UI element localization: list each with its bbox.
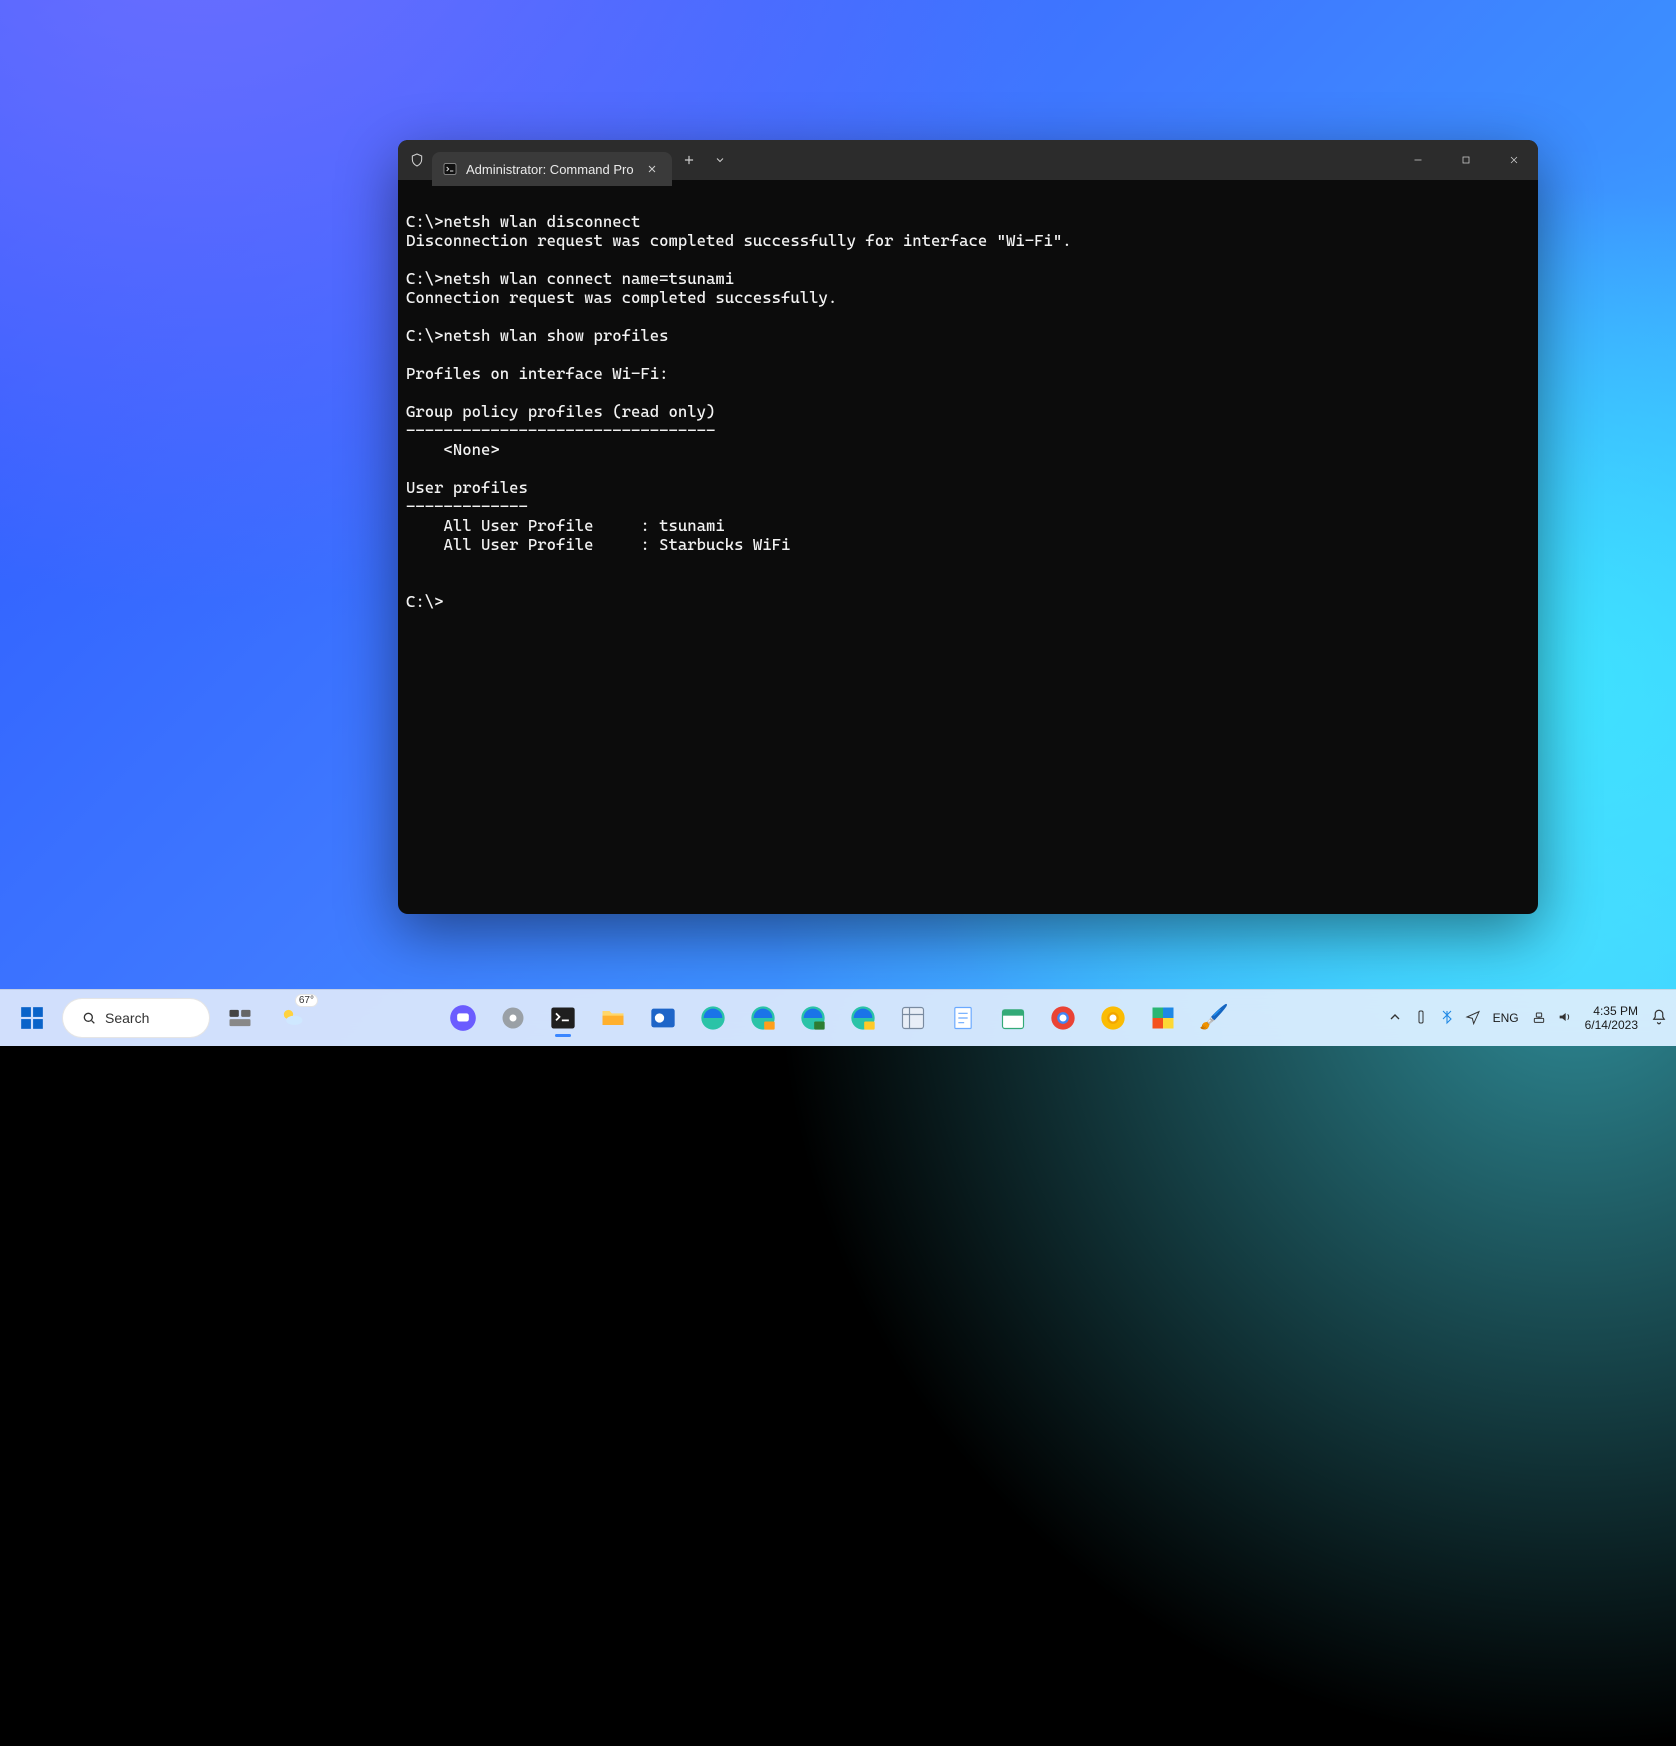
terminal-window: Administrator: Command Pro C:\>netsh wla… (398, 140, 1538, 914)
maximize-button[interactable] (1442, 140, 1490, 180)
taskbar-task-view[interactable] (218, 996, 262, 1040)
taskbar-app-explorer[interactable] (591, 996, 635, 1040)
tray-network[interactable] (1531, 1009, 1547, 1028)
weather-icon (278, 1004, 306, 1032)
plus-icon (682, 153, 696, 167)
tab-dropdown-button[interactable] (706, 140, 734, 180)
taskbar-weather[interactable]: 67° (270, 996, 314, 1040)
close-icon (1508, 154, 1520, 166)
chevron-up-icon (1387, 1009, 1403, 1025)
taskbar-app-paint[interactable]: 🖌️ (1191, 996, 1235, 1040)
snip-icon (899, 1004, 927, 1032)
task-view-icon (226, 1004, 254, 1032)
close-icon (646, 163, 658, 175)
tray-bluetooth[interactable] (1439, 1009, 1455, 1028)
usb-icon (1413, 1009, 1429, 1025)
close-window-button[interactable] (1490, 140, 1538, 180)
network-icon (1531, 1009, 1547, 1025)
chevron-down-icon (714, 154, 726, 166)
edge-dev-icon (799, 1004, 827, 1032)
edge-beta-icon (749, 1004, 777, 1032)
taskbar-app-edge[interactable] (691, 996, 735, 1040)
tray-volume[interactable] (1557, 1009, 1573, 1028)
taskbar-app-terminal[interactable] (541, 996, 585, 1040)
paint-icon: 🖌️ (1199, 1004, 1227, 1032)
cmd-icon (442, 161, 458, 177)
new-tab-button[interactable] (672, 140, 706, 180)
taskbar: Search 67° 🖌️ (0, 989, 1676, 1046)
windows-logo-icon (19, 1005, 45, 1031)
gear-icon (499, 1004, 527, 1032)
taskbar-app-edge-beta[interactable] (741, 996, 785, 1040)
tray-notifications[interactable] (1650, 1008, 1668, 1029)
tray-onedrive[interactable] (1413, 1009, 1429, 1028)
minimize-icon (1412, 154, 1424, 166)
taskbar-app-edge-dev[interactable] (791, 996, 835, 1040)
clock-time: 4:35 PM (1585, 1004, 1638, 1018)
taskbar-search[interactable]: Search (62, 998, 210, 1038)
tray-chevron[interactable] (1387, 1009, 1403, 1028)
taskbar-app-chrome-canary[interactable] (1091, 996, 1135, 1040)
edge-canary-icon (849, 1004, 877, 1032)
clock-date: 6/14/2023 (1585, 1018, 1638, 1032)
powertoys-icon (1149, 1004, 1177, 1032)
taskbar-app-snipping[interactable] (891, 996, 935, 1040)
tab-close-button[interactable] (642, 159, 662, 179)
taskbar-app-edge-canary[interactable] (841, 996, 885, 1040)
notepad-icon (949, 1004, 977, 1032)
tab-title: Administrator: Command Pro (466, 162, 634, 177)
taskbar-app-chrome[interactable] (1041, 996, 1085, 1040)
tray-location[interactable] (1465, 1009, 1481, 1028)
taskbar-app-calendar[interactable] (991, 996, 1035, 1040)
bluetooth-icon (1439, 1009, 1455, 1025)
terminal-icon (549, 1004, 577, 1032)
maximize-icon (1460, 154, 1472, 166)
calendar-icon (999, 1004, 1027, 1032)
chat-icon (449, 1004, 477, 1032)
volume-icon (1557, 1009, 1573, 1025)
search-icon (81, 1010, 97, 1026)
edge-icon (699, 1004, 727, 1032)
bell-icon (1650, 1008, 1668, 1026)
taskbar-app-chat[interactable] (441, 996, 485, 1040)
admin-shield-icon (404, 147, 430, 173)
taskbar-app-settings[interactable] (491, 996, 535, 1040)
weather-temp: 67° (295, 994, 318, 1007)
window-titlebar[interactable]: Administrator: Command Pro (398, 140, 1538, 180)
taskbar-app-outlook[interactable] (641, 996, 685, 1040)
tray-language[interactable]: ENG (1493, 1011, 1519, 1025)
terminal-output[interactable]: C:\>netsh wlan disconnect Disconnection … (398, 196, 1538, 898)
chrome-icon (1049, 1004, 1077, 1032)
send-icon (1465, 1009, 1481, 1025)
minimize-button[interactable] (1394, 140, 1442, 180)
outlook-icon (649, 1004, 677, 1032)
tray-clock[interactable]: 4:35 PM 6/14/2023 (1585, 1004, 1638, 1032)
chrome-canary-icon (1099, 1004, 1127, 1032)
tab-command-prompt[interactable]: Administrator: Command Pro (432, 152, 672, 186)
start-button[interactable] (10, 996, 54, 1040)
search-label: Search (105, 1010, 149, 1026)
taskbar-app-notepad[interactable] (941, 996, 985, 1040)
taskbar-app-powertoys[interactable] (1141, 996, 1185, 1040)
folder-icon (599, 1004, 627, 1032)
